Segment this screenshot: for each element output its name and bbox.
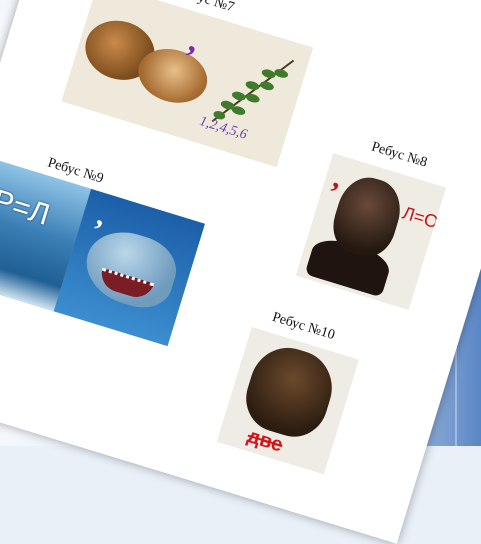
- screen: { "background": { "numbers": ["54", "86"…: [0, 0, 481, 544]
- rebus-7-image: , 1,2,4,5,6: [61, 0, 314, 168]
- rebus-8-image: , Л=О: [295, 153, 447, 311]
- rebus-9-image: Р=Л ,: [0, 160, 205, 347]
- rebus-7-comma: ,: [184, 22, 204, 61]
- rebus-8-equation: Л=О: [400, 202, 441, 233]
- rebus-page: Ребус №7 , 1,2,4,5,6 Ребус №8 , Л=О: [0, 0, 481, 544]
- rebus-10-image: две: [216, 326, 359, 475]
